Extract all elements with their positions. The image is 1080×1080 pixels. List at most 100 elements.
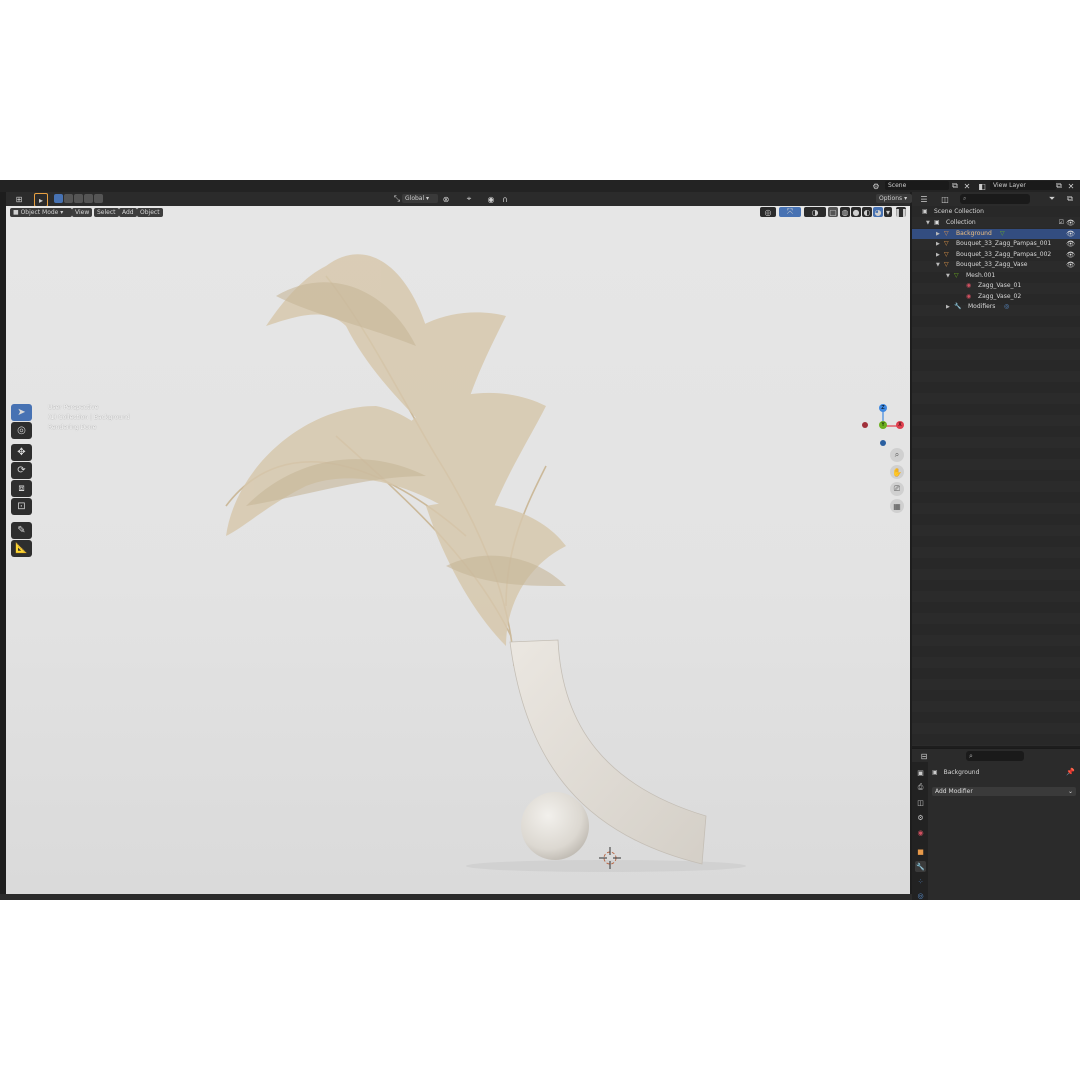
outliner-row-modifiers[interactable]: ▶ 🔧 Modifiers ◎ <box>912 302 1080 313</box>
eye-icon[interactable]: 👁 <box>1066 218 1075 229</box>
eye-icon[interactable]: 👁 <box>1066 250 1075 261</box>
gizmo-x-axis[interactable]: X <box>896 421 904 429</box>
expand-arrow-icon[interactable]: ▶ <box>936 250 940 261</box>
view-layer-tab-icon[interactable]: ◫ <box>915 797 926 808</box>
expand-arrow-icon[interactable]: ▼ <box>946 271 950 282</box>
tool-transform[interactable]: ⊡ <box>11 498 32 515</box>
eye-icon[interactable]: 👁 <box>1066 260 1075 271</box>
gizmo-z-axis[interactable]: Z <box>879 404 887 412</box>
outliner-search-input[interactable]: ⌕ <box>960 194 1030 204</box>
expand-arrow-icon[interactable]: ▼ <box>936 260 940 271</box>
world-tab-icon[interactable]: ◉ <box>915 827 926 838</box>
mode-intersect-icon[interactable] <box>94 194 103 203</box>
expand-arrow-icon[interactable]: ▶ <box>936 239 940 250</box>
mode-invert-icon[interactable] <box>84 194 93 203</box>
menu-view[interactable]: View <box>72 208 93 217</box>
navigation-gizmo[interactable]: Z Y X <box>862 404 904 446</box>
gizmo-y-axis[interactable]: Y <box>879 421 887 429</box>
proportional-icon[interactable]: ◉ <box>486 194 496 204</box>
mesh-object-icon: ▽ <box>944 229 949 237</box>
gizmo-neg-x[interactable] <box>862 422 868 428</box>
outliner-row-pampas-001[interactable]: ▶ ▽ Bouquet_33_Zagg_Pampas_001 👁 <box>912 239 1080 250</box>
pivot-icon[interactable]: ⊗ <box>438 194 454 204</box>
view-layer-selector[interactable]: View Layer <box>990 181 1056 190</box>
outliner-row-material-01[interactable]: ◉ Zagg_Vase_01 <box>912 281 1080 292</box>
collection-icon: ▣ <box>934 219 940 226</box>
outliner-row-background[interactable]: ▶ ▽ Background ▽ 👁 <box>912 228 1080 240</box>
zoom-icon[interactable]: ⌕ <box>890 448 904 462</box>
physics-tab-icon[interactable]: ◎ <box>915 890 926 900</box>
filter-icon[interactable]: ⏷ <box>1044 194 1060 204</box>
pan-hand-icon[interactable]: ✋ <box>890 465 904 479</box>
gizmo-neg-z[interactable] <box>880 440 886 446</box>
add-modifier-dropdown[interactable]: Add Modifier ⌄ <box>932 787 1076 796</box>
menu-object[interactable]: Object <box>137 208 163 217</box>
scene-selector[interactable]: Scene <box>885 181 949 190</box>
visibility-icon[interactable]: ◎ <box>760 207 776 217</box>
options-dropdown[interactable]: Options ▾ <box>876 194 912 203</box>
grid-perspective-icon[interactable]: ▦ <box>890 499 904 513</box>
annotate-icon: ✎ <box>17 525 26 536</box>
select-box-icon[interactable]: ▸ <box>34 193 48 207</box>
rendered-shading-icon[interactable]: ◕ <box>873 207 883 217</box>
delete-view-layer-icon[interactable]: ✕ <box>1066 181 1076 191</box>
mode-new-icon[interactable] <box>54 194 63 203</box>
mode-extend-icon[interactable] <box>64 194 73 203</box>
modifier-tab-icon[interactable]: 🔧 <box>915 861 926 872</box>
outliner-row-pampas-002[interactable]: ▶ ▽ Bouquet_33_Zagg_Pampas_002 👁 <box>912 250 1080 261</box>
tool-annotate[interactable]: ✎ <box>11 522 32 539</box>
properties-search-input[interactable]: ⌕ <box>966 751 1024 761</box>
pin-icon[interactable]: 📌 <box>1066 768 1075 776</box>
outliner-row-collection[interactable]: ▼ ▣ Collection ☑ 👁 <box>912 218 1080 229</box>
falloff-icon[interactable]: ∩ <box>498 194 512 204</box>
material-shading-icon[interactable]: ◐ <box>862 207 872 217</box>
eye-icon[interactable]: 👁 <box>1066 239 1075 250</box>
orientation-icon[interactable]: ⤡ <box>392 194 402 204</box>
overlay-toggle-icon[interactable]: ◑ <box>804 207 826 217</box>
tool-move[interactable]: ✥ <box>11 444 32 461</box>
expand-arrow-icon[interactable]: ▶ <box>936 229 940 240</box>
pause-render-icon[interactable]: ❚❚ <box>894 207 908 217</box>
output-tab-icon[interactable]: ⎙ <box>915 782 926 793</box>
display-mode-icon[interactable]: ◫ <box>936 194 954 204</box>
snap-icon[interactable]: ⌖ <box>456 194 482 204</box>
new-collection-icon[interactable]: ⧉ <box>1064 194 1076 204</box>
outliner-row-mesh[interactable]: ▼ ▽ Mesh.001 <box>912 271 1080 282</box>
solid-shading-icon[interactable]: ● <box>851 207 861 217</box>
scene-icon[interactable]: ⚙ <box>868 181 884 191</box>
checkbox-icon[interactable]: ☑ <box>1059 218 1064 229</box>
3d-viewport[interactable]: ■ Object Mode ▾ View Select Add Object ◎… <box>6 206 910 894</box>
particles-tab-icon[interactable]: ⁘ <box>915 876 926 887</box>
orientation-dropdown[interactable]: Global ▾ <box>402 194 438 203</box>
camera-icon[interactable]: ⎚ <box>890 482 904 496</box>
render-tab-icon[interactable]: ▣ <box>915 767 926 778</box>
editor-type-icon[interactable]: ⊞ <box>10 194 28 204</box>
object-tab-icon[interactable]: ■ <box>915 846 926 857</box>
properties-editor-icon[interactable]: ⊟ <box>916 751 932 761</box>
scene-tab-icon[interactable]: ⚙ <box>915 812 926 823</box>
new-view-layer-icon[interactable]: ⧉ <box>1054 181 1064 191</box>
new-scene-icon[interactable]: ⧉ <box>950 181 960 191</box>
menu-select[interactable]: Select <box>94 208 119 217</box>
tool-cursor[interactable]: ◎ <box>11 422 32 439</box>
mode-subtract-icon[interactable] <box>74 194 83 203</box>
shading-options-icon[interactable]: ▾ <box>884 207 892 217</box>
outliner-row-material-02[interactable]: ◉ Zagg_Vase_02 <box>912 292 1080 303</box>
expand-arrow-icon[interactable]: ▶ <box>946 302 950 313</box>
wireframe-shading-icon[interactable]: ◍ <box>840 207 850 217</box>
delete-scene-icon[interactable]: ✕ <box>962 181 972 191</box>
view-layer-icon[interactable]: ◧ <box>975 181 989 191</box>
xray-icon[interactable]: ▢ <box>828 207 838 217</box>
eye-icon[interactable]: 👁 <box>1066 229 1075 240</box>
outliner-editor-icon[interactable]: ☰ <box>916 194 932 204</box>
tool-scale[interactable]: ⧈ <box>11 480 32 497</box>
expand-arrow-icon[interactable]: ▼ <box>926 218 930 229</box>
tool-rotate[interactable]: ⟳ <box>11 462 32 479</box>
outliner-row-scene-collection[interactable]: ▣ Scene Collection <box>912 207 1080 218</box>
tool-measure[interactable]: 📐 <box>11 540 32 557</box>
menu-add[interactable]: Add <box>119 208 137 217</box>
mode-dropdown[interactable]: ■ Object Mode ▾ <box>10 208 72 217</box>
gizmo-toggle-icon[interactable]: ⤧ <box>779 207 801 217</box>
tool-select[interactable]: ➤ <box>11 404 32 421</box>
outliner-row-vase[interactable]: ▼ ▽ Bouquet_33_Zagg_Vase 👁 <box>912 260 1080 271</box>
